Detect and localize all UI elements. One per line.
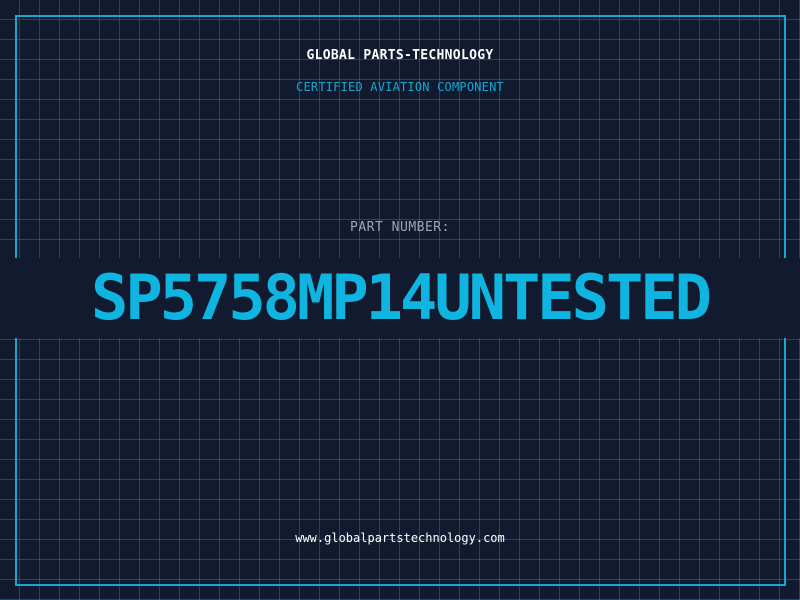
part-number-band: SP5758MP14UNTESTED <box>0 258 800 338</box>
part-number-label: PART NUMBER: <box>350 220 450 235</box>
website-url: www.globalpartstechnology.com <box>295 531 505 545</box>
certification-subtitle: CERTIFIED AVIATION COMPONENT <box>296 80 504 94</box>
company-name: GLOBAL PARTS-TECHNOLOGY <box>306 48 494 63</box>
part-number-value: SP5758MP14UNTESTED <box>91 261 712 334</box>
